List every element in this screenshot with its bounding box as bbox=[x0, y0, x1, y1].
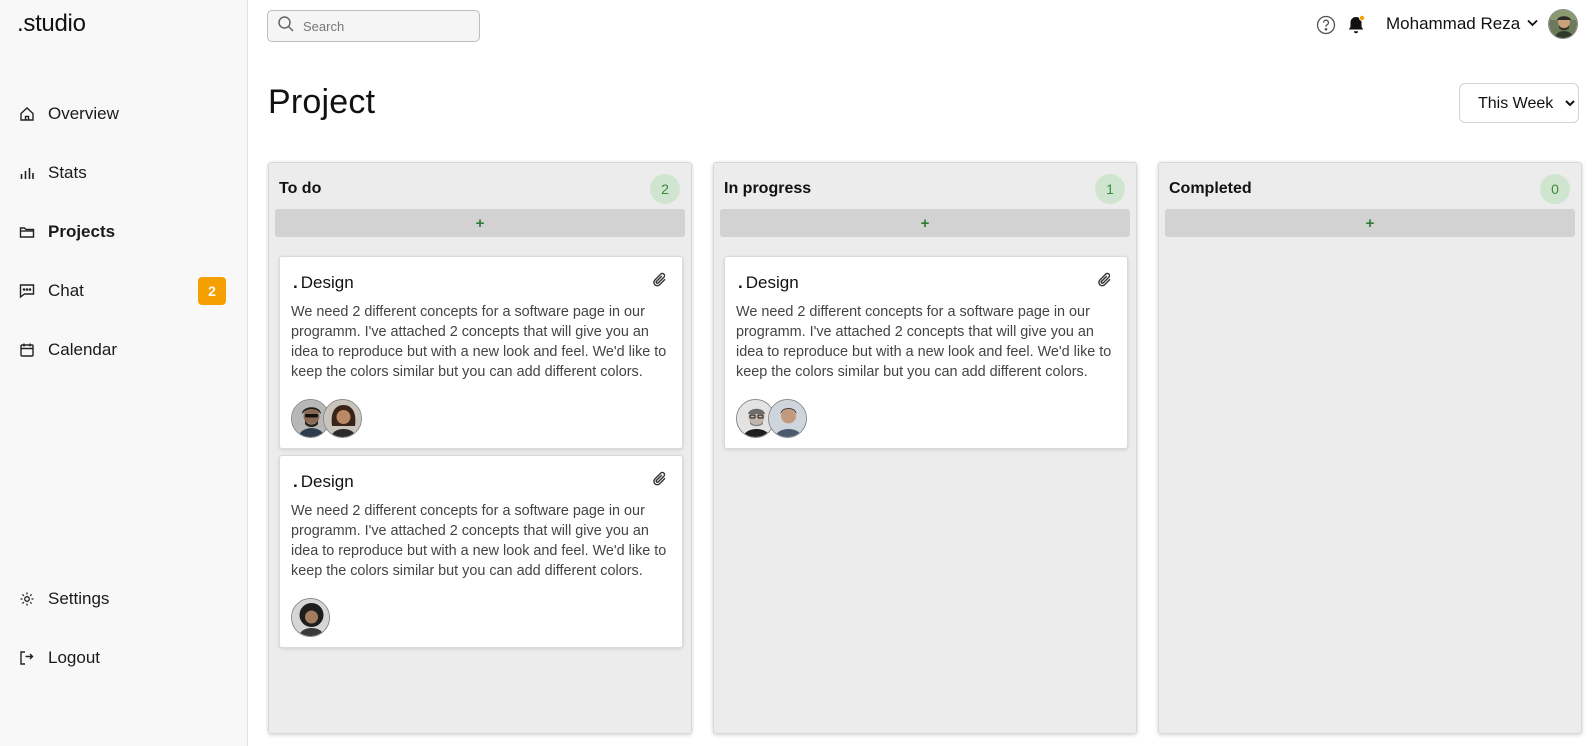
search-input[interactable] bbox=[303, 18, 463, 34]
sidebar-item-overview[interactable]: Overview bbox=[18, 97, 230, 131]
sidebar-item-label: Overview bbox=[48, 104, 119, 123]
folder-icon bbox=[18, 223, 36, 241]
sidebar-item-label: Logout bbox=[48, 648, 100, 667]
assignee-avatar[interactable] bbox=[768, 399, 807, 438]
sidebar-item-projects[interactable]: Projects bbox=[18, 215, 230, 249]
card-assignees bbox=[291, 399, 362, 439]
home-icon bbox=[18, 105, 36, 123]
card-title: . Design bbox=[293, 472, 354, 492]
card-title-text: Design bbox=[745, 273, 799, 292]
card-dot: . bbox=[293, 273, 298, 292]
attachment-icon[interactable] bbox=[1096, 271, 1114, 289]
task-card[interactable]: . Design We need 2 different concepts for… bbox=[724, 256, 1128, 449]
column-count-badge: 0 bbox=[1540, 174, 1570, 204]
add-card-button[interactable]: + bbox=[1165, 209, 1575, 237]
sidebar-item-label: Chat bbox=[48, 281, 84, 300]
card-title: . Design bbox=[738, 273, 799, 293]
chat-icon bbox=[18, 282, 36, 300]
sidebar-item-settings[interactable]: Settings bbox=[18, 582, 230, 616]
sidebar-item-label: Stats bbox=[48, 163, 87, 182]
sidebar: .studio Overview Stats Projects Chat 2 C… bbox=[0, 0, 248, 746]
card-assignees bbox=[291, 598, 330, 638]
sidebar-item-chat[interactable]: Chat 2 bbox=[18, 274, 230, 308]
column-title: Completed bbox=[1169, 180, 1252, 197]
column-count-badge: 2 bbox=[650, 174, 680, 204]
gear-icon bbox=[18, 590, 36, 608]
card-dot: . bbox=[738, 273, 743, 292]
sidebar-item-stats[interactable]: Stats bbox=[18, 156, 230, 190]
user-name: Mohammad Reza bbox=[1386, 14, 1521, 33]
card-dot: . bbox=[293, 472, 298, 491]
search-icon bbox=[277, 15, 295, 38]
chat-unread-badge: 2 bbox=[198, 277, 226, 305]
card-title-text: Design bbox=[300, 472, 354, 491]
task-card[interactable]: . Design We need 2 different concepts for… bbox=[279, 455, 683, 648]
add-card-button[interactable]: + bbox=[720, 209, 1130, 237]
attachment-icon[interactable] bbox=[651, 470, 669, 488]
notification-bell-icon[interactable] bbox=[1345, 14, 1367, 36]
sidebar-item-label: Settings bbox=[48, 589, 110, 608]
column-in-progress: In progress 1 + . Design We need 2 differ… bbox=[713, 162, 1137, 734]
user-avatar[interactable] bbox=[1548, 9, 1578, 39]
column-completed: Completed 0 + bbox=[1158, 162, 1582, 734]
sidebar-item-logout[interactable]: Logout bbox=[18, 641, 230, 675]
sidebar-item-calendar[interactable]: Calendar bbox=[18, 333, 230, 367]
page-title: Project bbox=[268, 83, 376, 121]
assignee-avatar[interactable] bbox=[323, 399, 362, 438]
column-title: To do bbox=[279, 180, 322, 197]
card-title-text: Design bbox=[300, 273, 354, 292]
logout-icon bbox=[18, 649, 36, 667]
bar-chart-icon bbox=[18, 164, 36, 182]
column-title: In progress bbox=[724, 180, 812, 197]
card-description: We need 2 different concepts for a softw… bbox=[291, 503, 667, 579]
task-card[interactable]: . Design We need 2 different concepts for… bbox=[279, 256, 683, 449]
column-todo: To do 2 + . Design We need 2 different co… bbox=[268, 162, 692, 734]
user-menu[interactable]: Mohammad Reza bbox=[1386, 14, 1539, 34]
card-description: We need 2 different concepts for a softw… bbox=[736, 304, 1112, 380]
sidebar-item-label: Calendar bbox=[48, 340, 117, 359]
card-title: . Design bbox=[293, 273, 354, 293]
calendar-icon bbox=[18, 341, 36, 359]
chevron-down-icon bbox=[1526, 14, 1539, 34]
attachment-icon[interactable] bbox=[651, 271, 669, 289]
help-icon[interactable] bbox=[1315, 14, 1337, 36]
search-box bbox=[267, 10, 480, 42]
add-card-button[interactable]: + bbox=[275, 209, 685, 237]
card-assignees bbox=[736, 399, 807, 439]
card-description: We need 2 different concepts for a softw… bbox=[291, 304, 667, 380]
column-count-badge: 1 bbox=[1095, 174, 1125, 204]
sidebar-item-label: Projects bbox=[48, 222, 116, 241]
app-logo[interactable]: .studio bbox=[17, 10, 86, 38]
assignee-avatar[interactable] bbox=[291, 598, 330, 637]
period-select[interactable]: This Week bbox=[1459, 83, 1579, 123]
